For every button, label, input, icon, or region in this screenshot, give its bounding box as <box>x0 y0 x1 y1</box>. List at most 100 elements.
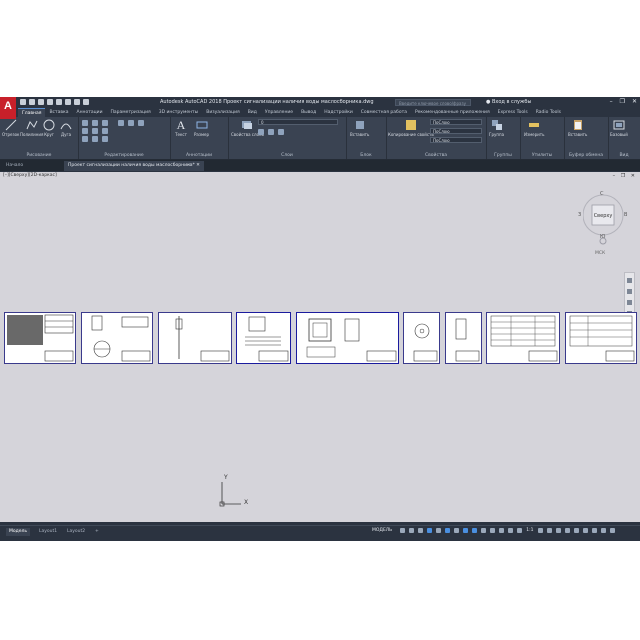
dimension-button[interactable]: Размер <box>194 119 209 137</box>
infer-icon[interactable] <box>418 528 424 533</box>
stretch-icon[interactable] <box>82 136 88 142</box>
drawing-sheet-5[interactable] <box>296 312 399 364</box>
polar-icon[interactable] <box>445 528 451 533</box>
mirror-icon[interactable] <box>92 128 98 134</box>
insert-block-button[interactable]: Вставить <box>350 119 369 137</box>
maximize-button[interactable]: ❐ <box>620 98 625 105</box>
base-view-button[interactable]: Базовый <box>610 119 628 137</box>
trim-icon[interactable] <box>102 120 108 126</box>
panel-properties-label[interactable]: Свойства <box>386 153 486 158</box>
close-button[interactable]: ✕ <box>632 98 637 105</box>
search-input[interactable]: Введите ключевое слово/фразу <box>395 99 471 106</box>
layer-isolate-icon[interactable] <box>268 129 274 135</box>
polyline-button[interactable]: Полилиния <box>20 119 43 137</box>
lineweight-icon[interactable] <box>481 528 487 533</box>
units-icon[interactable] <box>555 528 561 533</box>
web-icon[interactable] <box>56 99 62 105</box>
match-properties-button[interactable]: Копирование свойств <box>388 119 434 137</box>
tab-layout1[interactable]: Layout1 <box>36 528 60 536</box>
drawing-sheet-6[interactable] <box>403 312 440 364</box>
panel-utilities-label[interactable]: Утилиты <box>520 153 564 158</box>
sign-in-button[interactable]: ● Вход в службы <box>486 99 531 105</box>
new-tab-button[interactable]: + <box>184 161 196 171</box>
tab-radio-tools[interactable]: Radio Tools <box>532 108 565 117</box>
viewcube-north[interactable]: С <box>600 191 604 197</box>
object-snap-icon[interactable] <box>472 528 478 533</box>
grid-icon[interactable] <box>400 528 406 533</box>
tab-collaborate[interactable]: Совместная работа <box>357 108 411 117</box>
layer-dropdown[interactable]: 0 <box>258 119 338 125</box>
panel-groups-label[interactable]: Группы <box>486 153 520 158</box>
offset-icon[interactable] <box>138 120 144 126</box>
erase-icon[interactable] <box>118 120 124 126</box>
color-dropdown[interactable]: ПоСлою <box>430 119 482 125</box>
tab-view[interactable]: Вид <box>244 108 261 117</box>
layer-off-icon[interactable] <box>258 129 264 135</box>
tab-parametric[interactable]: Параметризация <box>107 108 155 117</box>
line-button[interactable]: Отрезок <box>2 119 19 137</box>
isolate-objects-icon[interactable] <box>582 528 588 533</box>
viewcube-south[interactable]: Ю <box>600 234 605 240</box>
new-icon[interactable] <box>20 99 26 105</box>
customization-icon[interactable] <box>609 528 615 533</box>
close-tab-icon[interactable]: ✕ <box>196 163 200 168</box>
drawing-sheet-7[interactable] <box>445 312 482 364</box>
viewcube-face-label[interactable]: Сверху <box>592 213 614 219</box>
panel-layers-label[interactable]: Слои <box>228 153 346 158</box>
panel-view-label[interactable]: Вид <box>608 153 640 158</box>
tab-layout2[interactable]: Layout2 <box>64 528 88 536</box>
array-icon[interactable] <box>102 136 108 142</box>
viewport-controls-label[interactable]: [–][Сверху][2D-каркас] <box>3 173 57 178</box>
drawing-viewport[interactable]: [–][Сверху][2D-каркас] – ❐ ✕ Сверху С Ю … <box>0 172 640 522</box>
tab-express-tools[interactable]: Express Tools <box>494 108 532 117</box>
explode-icon[interactable] <box>128 120 134 126</box>
annotation-monitor-icon[interactable] <box>546 528 552 533</box>
tab-output[interactable]: Вывод <box>297 108 320 117</box>
minimize-button[interactable]: – <box>610 98 613 105</box>
object-snap-tracking-icon[interactable] <box>463 528 469 533</box>
lock-ui-icon[interactable] <box>573 528 579 533</box>
add-layout-button[interactable]: + <box>92 528 102 536</box>
drawing-sheet-4[interactable] <box>236 312 291 364</box>
circle-button[interactable]: Круг <box>43 119 55 137</box>
scale-icon[interactable] <box>92 136 98 142</box>
model-space-toggle[interactable]: МОДЕЛЬ <box>372 528 392 533</box>
undo-icon[interactable] <box>74 99 80 105</box>
clean-screen-icon[interactable] <box>600 528 606 533</box>
viewport-window-controls[interactable]: – ❐ ✕ <box>613 173 637 179</box>
tab-insert[interactable]: Вставка <box>45 108 72 117</box>
linetype-dropdown[interactable]: ПоСлою <box>430 128 482 134</box>
viewcube-west[interactable]: З <box>578 212 581 218</box>
drawing-sheet-3[interactable] <box>158 312 232 364</box>
redo-icon[interactable] <box>83 99 89 105</box>
drawing-sheet-1[interactable] <box>4 312 76 364</box>
tab-start[interactable]: Начало <box>2 161 27 171</box>
quick-properties-icon[interactable] <box>564 528 570 533</box>
annotation-visibility-icon[interactable] <box>508 528 514 533</box>
drawing-sheet-2[interactable] <box>81 312 153 364</box>
auto-scale-icon[interactable] <box>517 528 523 533</box>
move-icon[interactable] <box>82 120 88 126</box>
tab-home[interactable]: Главная <box>18 108 46 117</box>
measure-button[interactable]: Измерить <box>524 119 544 137</box>
save-icon[interactable] <box>38 99 44 105</box>
transparency-icon[interactable] <box>490 528 496 533</box>
panel-annotation-label[interactable]: Аннотации <box>170 153 228 158</box>
lineweight-dropdown[interactable]: ПоСлою <box>430 137 482 143</box>
dynamic-input-icon[interactable] <box>427 528 433 533</box>
rotate-icon[interactable] <box>92 120 98 126</box>
arc-button[interactable]: Дуга <box>60 119 72 137</box>
tab-annotate[interactable]: Аннотации <box>73 108 107 117</box>
wcs-menu[interactable]: МСК <box>595 251 605 256</box>
fillet-icon[interactable] <box>102 128 108 134</box>
viewcube-east[interactable]: В <box>624 212 627 218</box>
panel-block-label[interactable]: Блок <box>346 153 386 158</box>
print-icon[interactable] <box>65 99 71 105</box>
isodraft-icon[interactable] <box>454 528 460 533</box>
application-menu-button[interactable]: A <box>0 97 16 119</box>
hardware-acceleration-icon[interactable] <box>591 528 597 533</box>
tab-addins[interactable]: Надстройки <box>320 108 357 117</box>
drawing-sheet-9[interactable] <box>565 312 637 364</box>
selection-cycling-icon[interactable] <box>499 528 505 533</box>
tab-manage[interactable]: Управление <box>261 108 297 117</box>
